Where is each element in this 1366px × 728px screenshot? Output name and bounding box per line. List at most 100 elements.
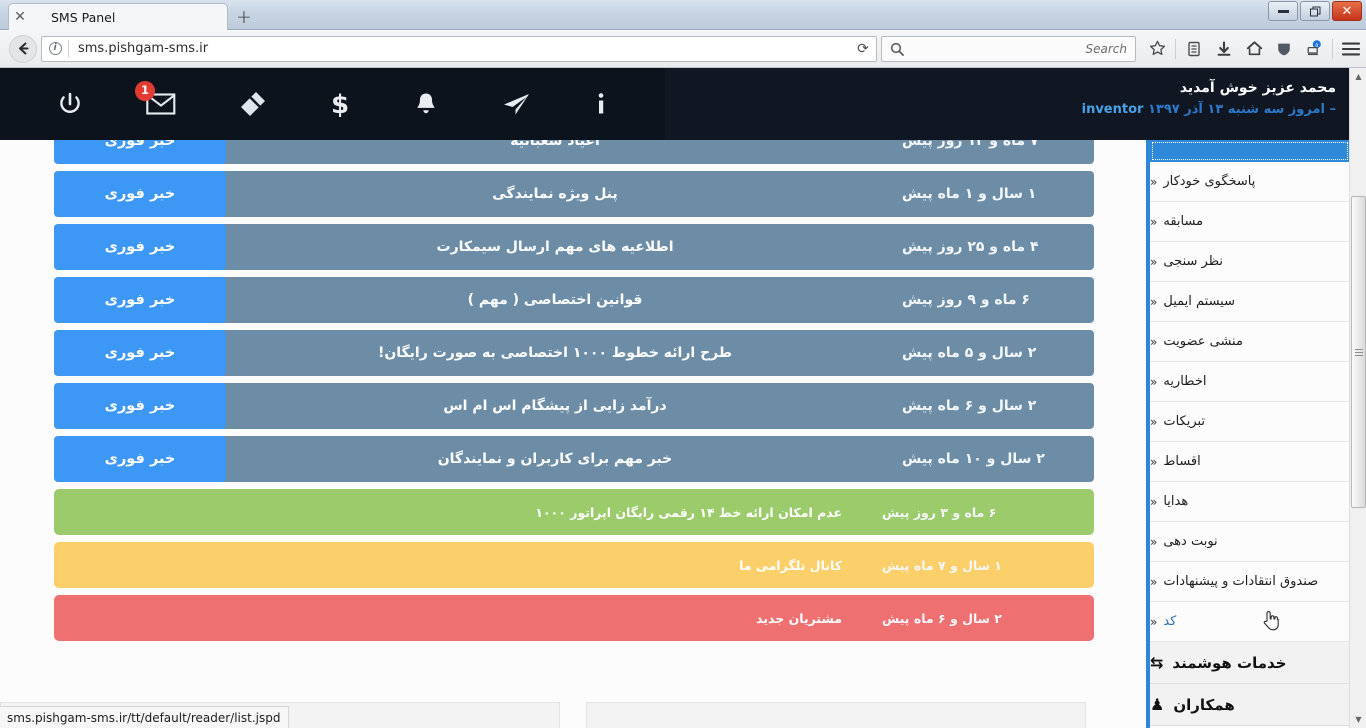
- scrollbar-thumb[interactable]: [1351, 196, 1366, 508]
- new-tab-button[interactable]: +: [232, 5, 256, 29]
- library-icon[interactable]: [1179, 34, 1209, 64]
- row-timeago: ۱ سال و ۱ ماه پیش: [902, 186, 1037, 202]
- row-timeago: ۲ سال و ۵ ماه پیش: [902, 345, 1037, 361]
- download-icon[interactable]: [1209, 34, 1239, 64]
- row-title: مشتریان جدید: [756, 610, 842, 626]
- hamburger-menu-icon[interactable]: [1336, 34, 1366, 64]
- scroll-up-arrow[interactable]: ▲: [1350, 68, 1366, 85]
- close-tab-icon[interactable]: ✕: [9, 6, 31, 28]
- sidebar-item-6[interactable]: تبریکات «: [1150, 402, 1350, 442]
- chevron-double-left-icon: «: [1150, 414, 1158, 429]
- sidebar-section-0[interactable]: خدمات هوشمند ⇆: [1150, 642, 1350, 684]
- chevron-double-left-icon: «: [1150, 214, 1158, 229]
- sidebar-item-2[interactable]: نظر سنجی «: [1150, 242, 1350, 282]
- chevron-double-left-icon: «: [1150, 254, 1158, 269]
- svg-text:$: $: [331, 90, 349, 118]
- title-bar: ✕ SMS Panel + ✕: [0, 0, 1366, 30]
- sidebar-item-3[interactable]: سیستم ایمیل «: [1150, 282, 1350, 322]
- search-bar[interactable]: Search: [881, 35, 1136, 62]
- window-controls: ✕: [1266, 1, 1362, 23]
- close-window-button[interactable]: ✕: [1332, 1, 1362, 21]
- table-row[interactable]: خبر فوری اعیاد شعبانیه ۷ ماه و ۱۳ روز پیش: [54, 140, 1094, 164]
- home-icon[interactable]: [1239, 34, 1269, 64]
- row-title: درآمد زایی از پیشگام اس ام اس: [443, 398, 667, 414]
- chevron-double-left-icon: «: [1150, 574, 1158, 589]
- sidebar-item-8[interactable]: هدایا «: [1150, 482, 1350, 522]
- shield-icon[interactable]: [1269, 34, 1299, 64]
- toolbar-separator-2: [1332, 38, 1333, 59]
- welcome-greeting: محمد عزیز خوش آمدید: [1179, 80, 1336, 96]
- sidebar-sections-container: خدمات هوشمند ⇆ همکاران ♟: [1150, 642, 1350, 726]
- sidebar-item-0[interactable]: پاسخگوی خودکار «: [1150, 162, 1350, 202]
- status-badge: خبر فوری: [54, 224, 226, 270]
- news-rows-container: خبر فوری اعیاد شعبانیه ۷ ماه و ۱۳ روز پیش خ…: [54, 140, 1094, 648]
- info-icon[interactable]: [594, 90, 608, 118]
- search-placeholder: Search: [1085, 41, 1128, 56]
- minimize-button[interactable]: [1268, 1, 1298, 21]
- browser-window: ✕ SMS Panel + ✕ i sms.pishgam-sms.ir ⟳ S…: [0, 0, 1366, 728]
- row-timeago: ۶ ماه و ۳ روز پیش: [882, 504, 997, 520]
- bottom-panel-right: [586, 702, 1086, 728]
- chevron-double-left-icon: «: [1150, 334, 1158, 349]
- url-bar[interactable]: i sms.pishgam-sms.ir ⟳: [41, 35, 877, 62]
- table-row[interactable]: خبر فوری خبر مهم برای کاربران و نمایندگان…: [54, 436, 1094, 482]
- sidebar-item-label: نظر سنجی: [1163, 254, 1223, 269]
- page-scrollbar[interactable]: ▲ ▼: [1349, 68, 1366, 728]
- status-badge: خبر فوری: [54, 330, 226, 376]
- row-timeago: ۲ سال و ۱۰ ماه پیش: [902, 451, 1045, 467]
- scroll-down-arrow[interactable]: ▼: [1350, 711, 1366, 728]
- table-row[interactable]: کانال تلگرامی ما ۱ سال و ۷ ماه پیش: [54, 542, 1094, 588]
- table-row[interactable]: خبر فوری اطلاعیه های مهم ارسال سیمکارت ۴ م…: [54, 224, 1094, 270]
- table-row[interactable]: خبر فوری قوانین اختصاصی ( مهم ) ۶ ماه و ۹ …: [54, 277, 1094, 323]
- sidebar-item-4[interactable]: منشی عضویت «: [1150, 322, 1350, 362]
- news-list-panel: خبر فوری اعیاد شعبانیه ۷ ماه و ۱۳ روز پیش خ…: [0, 140, 1146, 728]
- welcome-date-line: – امروز سه شنبه ۱۳ آذر ۱۳۹۷ inventor: [1082, 102, 1336, 117]
- sidebar-item-1[interactable]: مسابقه «: [1150, 202, 1350, 242]
- sidebar-item-10[interactable]: صندوق انتقادات و پیشنهادات «: [1150, 562, 1350, 602]
- tag-icon[interactable]: [239, 90, 267, 118]
- chevron-double-left-icon: «: [1150, 374, 1158, 389]
- sidebar-item-label: نوبت دهی: [1163, 534, 1218, 549]
- people-icon: ♟: [1150, 695, 1165, 714]
- table-row[interactable]: خبر فوری پنل ویژه نمایندگی ۱ سال و ۱ ماه پ…: [54, 171, 1094, 217]
- sidebar-item-label: هدایا: [1163, 494, 1189, 509]
- sidebar-item-label: صندوق انتقادات و پیشنهادات: [1163, 574, 1319, 589]
- sidebar-section-1[interactable]: همکاران ♟: [1150, 684, 1350, 726]
- chevron-double-left-icon: «: [1150, 294, 1158, 309]
- sidebar-item-11[interactable]: کد «: [1150, 602, 1350, 642]
- sidebar-item-7[interactable]: اقساط «: [1150, 442, 1350, 482]
- sidebar-item-active[interactable]: [1150, 140, 1350, 162]
- app-header-icons: 1 $: [0, 68, 665, 140]
- table-row[interactable]: عدم امکان ارائه خط ۱۴ رقمی رایگان اپراتو…: [54, 489, 1094, 535]
- bookmark-star-icon[interactable]: [1142, 34, 1172, 64]
- sidebar-item-5[interactable]: اخطاریه «: [1150, 362, 1350, 402]
- site-identity-icon[interactable]: i: [42, 37, 68, 61]
- dollar-icon[interactable]: $: [329, 90, 351, 118]
- sidebar-section-label: همکاران: [1173, 695, 1235, 714]
- table-row[interactable]: مشتریان جدید ۲ سال و ۶ ماه پیش: [54, 595, 1094, 641]
- reload-icon[interactable]: ⟳: [850, 37, 876, 61]
- table-row[interactable]: خبر فوری طرح ارائه خطوط ۱۰۰۰ اختصاصی به ص…: [54, 330, 1094, 376]
- row-timeago: ۶ ماه و ۹ روز پیش: [902, 292, 1030, 308]
- table-row[interactable]: خبر فوری درآمد زایی از پیشگام اس ام اس ۲ س…: [54, 383, 1094, 429]
- chevron-double-left-icon: «: [1150, 494, 1158, 509]
- row-timeago: ۷ ماه و ۱۳ روز پیش: [902, 140, 1039, 149]
- account-badge-icon[interactable]: a: [1299, 34, 1329, 64]
- power-icon[interactable]: [57, 91, 83, 117]
- sidebar-item-label: اخطاریه: [1163, 374, 1207, 389]
- page-viewport: 1 $ محمد عزیز خوش آمدید – امروز سه شنبه …: [0, 68, 1366, 728]
- url-text[interactable]: sms.pishgam-sms.ir: [69, 41, 850, 56]
- row-title: قوانین اختصاصی ( مهم ): [467, 292, 643, 308]
- tab-title: SMS Panel: [51, 9, 116, 25]
- bell-icon[interactable]: [414, 91, 438, 118]
- browser-tab[interactable]: ✕ SMS Panel: [8, 3, 228, 30]
- mail-icon[interactable]: 1: [135, 81, 176, 116]
- back-icon[interactable]: [9, 34, 37, 63]
- row-timeago: ۲ سال و ۶ ماه پیش: [902, 398, 1037, 414]
- row-title: اعیاد شعبانیه: [510, 140, 600, 149]
- welcome-username: inventor: [1081, 102, 1144, 117]
- sidebar-item-9[interactable]: نوبت دهی «: [1150, 522, 1350, 562]
- send-icon[interactable]: [501, 91, 531, 117]
- restore-button[interactable]: [1300, 1, 1330, 21]
- row-title: کانال تلگرامی ما: [739, 557, 842, 573]
